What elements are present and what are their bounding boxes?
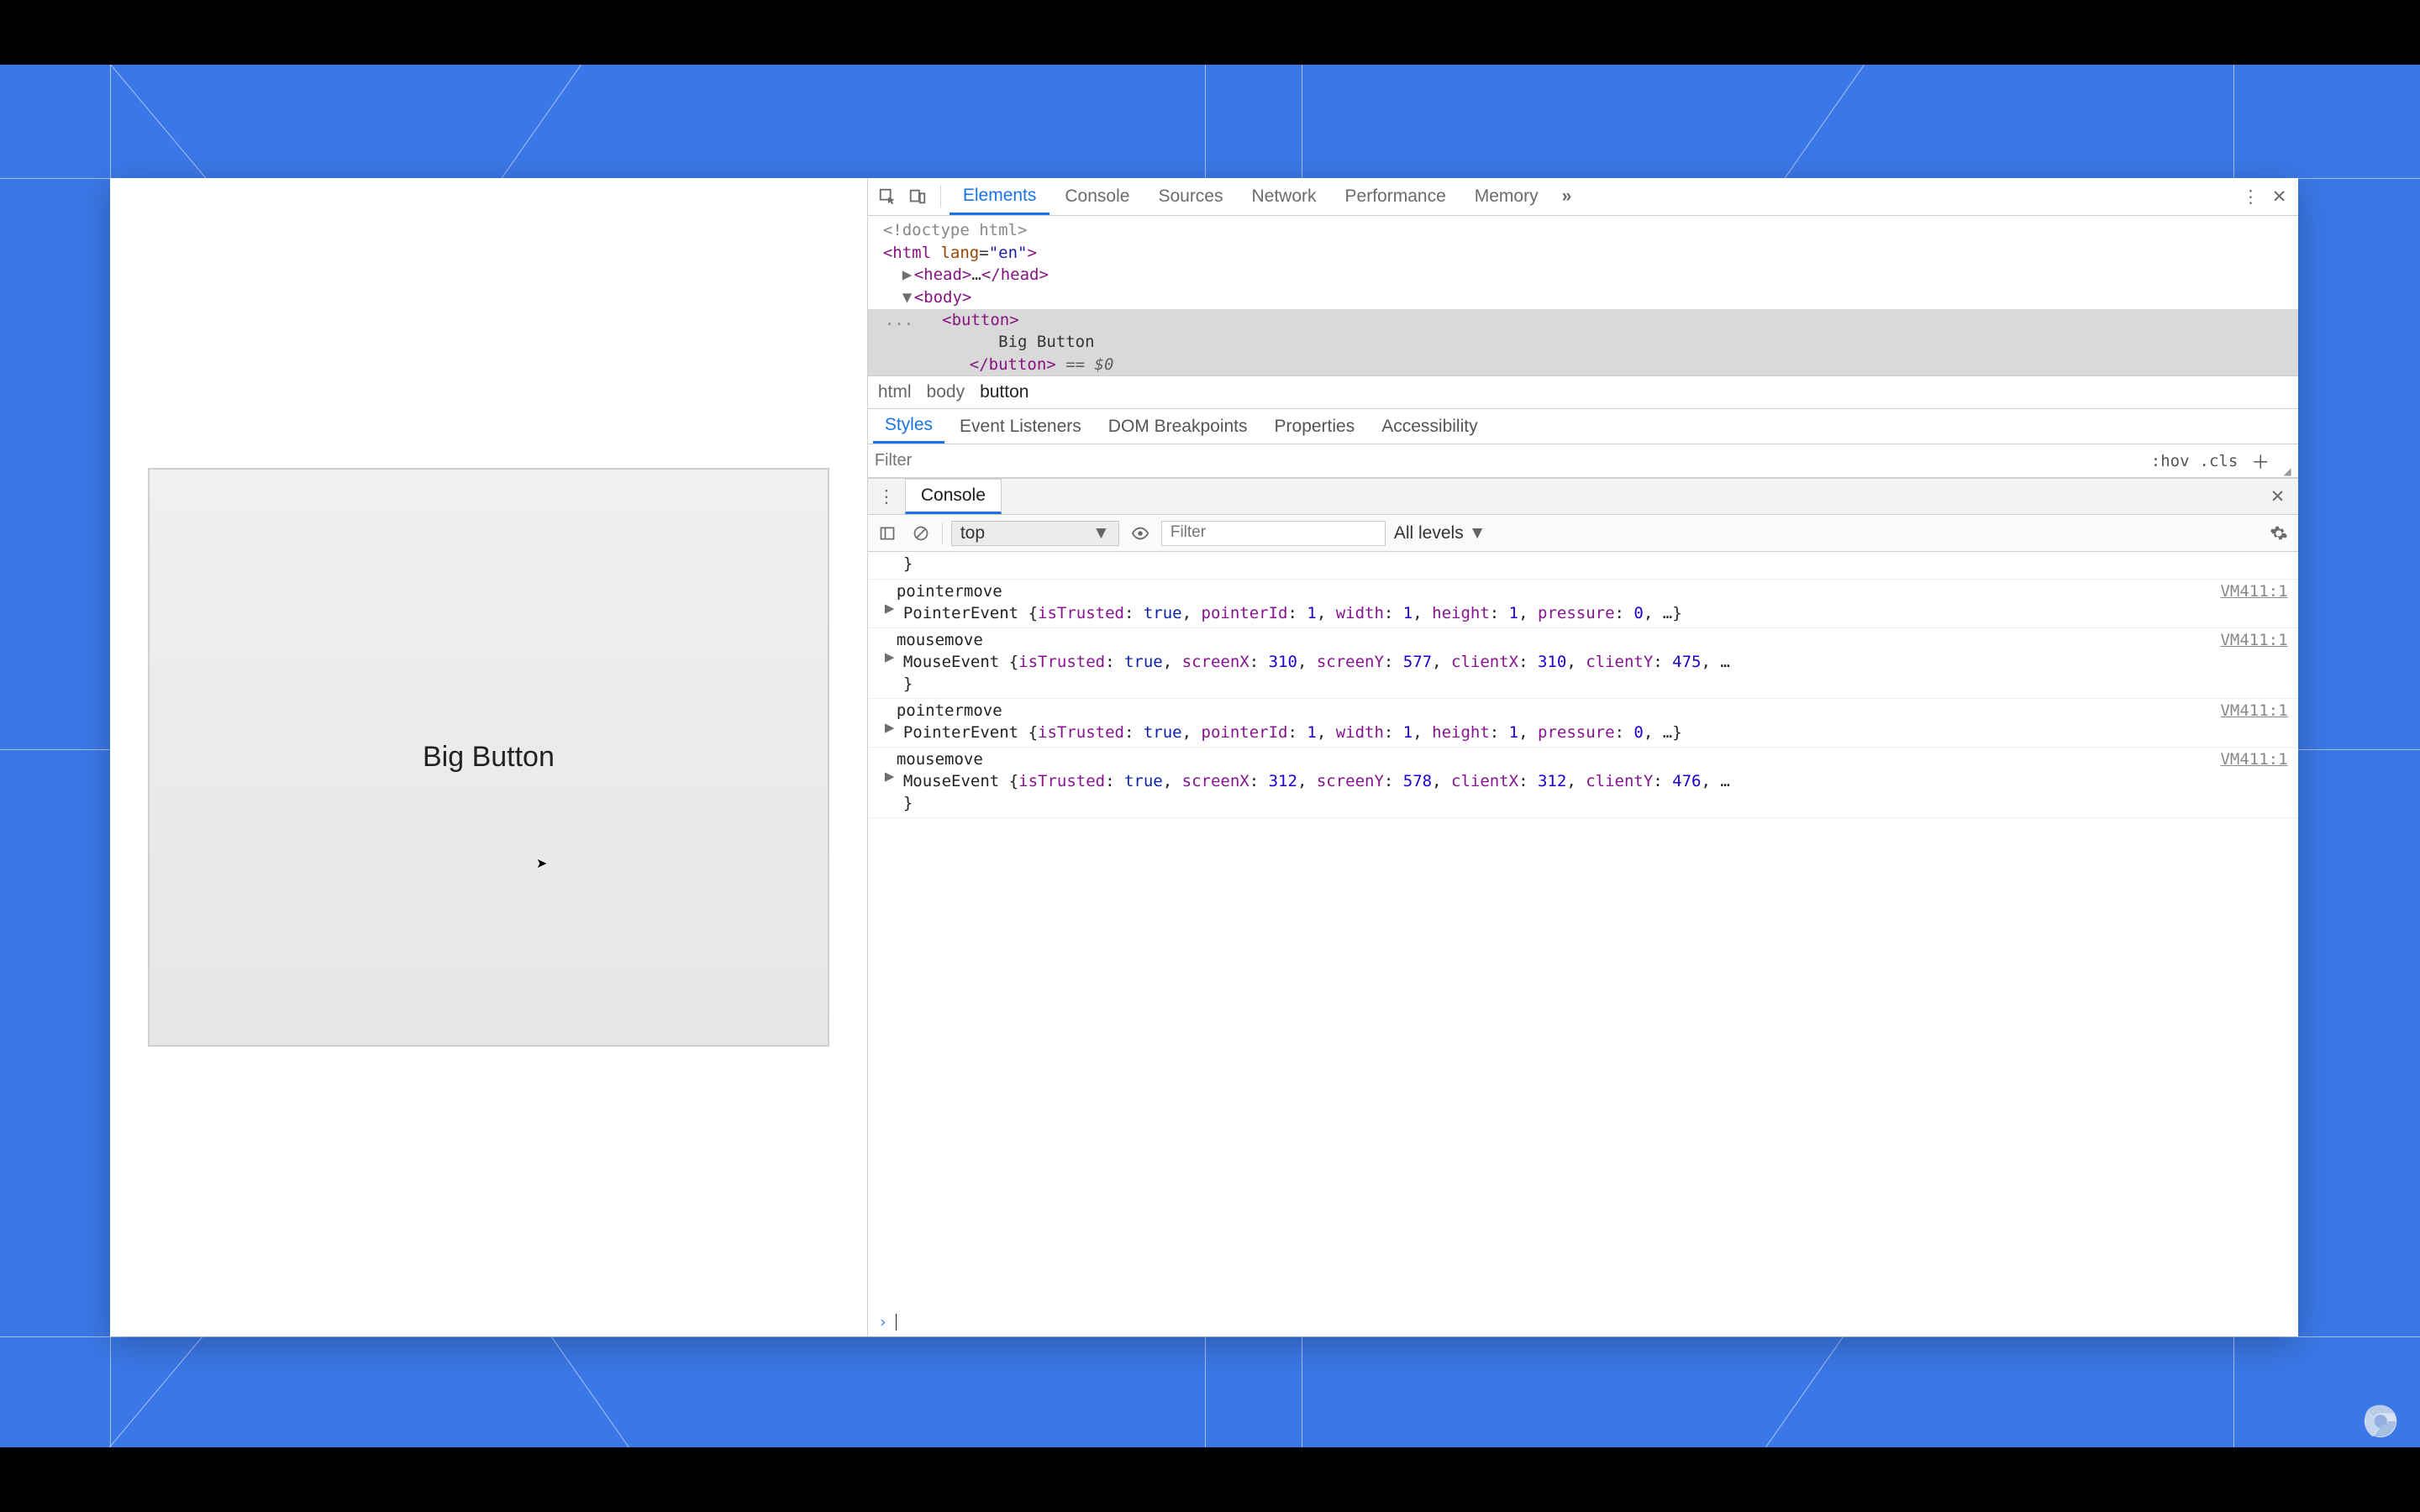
clear-console-icon[interactable] xyxy=(908,521,934,546)
crumb-body[interactable]: body xyxy=(927,382,965,402)
console-filter-wrap xyxy=(1161,521,1386,546)
tab-sources[interactable]: Sources xyxy=(1144,178,1236,215)
hov-toggle[interactable]: :hov xyxy=(2151,452,2190,470)
crumb-button[interactable]: button xyxy=(980,382,1028,402)
log-object: PointerEvent {isTrusted: true, pointerId… xyxy=(897,722,2290,744)
log-entry[interactable]: VM411:1mousemove▶MouseEvent {isTrusted: … xyxy=(868,748,2298,818)
devtools-panel: Elements Console Sources Network Perform… xyxy=(867,178,2298,1336)
prompt-chevron-icon: › xyxy=(878,1313,887,1331)
log-object: MouseEvent {isTrusted: true, screenX: 31… xyxy=(897,771,2290,793)
separator xyxy=(940,186,941,207)
tab-overflow[interactable]: » xyxy=(1554,178,1581,215)
resize-corner-icon[interactable]: ◢ xyxy=(2283,465,2291,477)
elements-subtabs: Styles Event Listeners DOM Breakpoints P… xyxy=(868,409,2298,444)
tab-memory[interactable]: Memory xyxy=(1461,178,1552,215)
log-source-link[interactable]: VM411:1 xyxy=(2220,581,2287,603)
page-preview: Big Button ➤ xyxy=(110,178,867,1336)
caret-down-icon: ▼ xyxy=(1469,523,1486,543)
cls-toggle[interactable]: .cls xyxy=(2200,452,2238,470)
app-window: Big Button ➤ Elements Console Sources Ne… xyxy=(110,178,2298,1336)
live-expression-icon[interactable] xyxy=(1128,521,1153,546)
log-entry[interactable]: VM411:1mousemove▶MouseEvent {isTrusted: … xyxy=(868,628,2298,699)
console-filter-input[interactable] xyxy=(1171,523,1376,542)
console-prompt[interactable]: › xyxy=(868,1308,2298,1336)
subtab-accessibility[interactable]: Accessibility xyxy=(1370,409,1489,444)
big-button[interactable]: Big Button ➤ xyxy=(148,468,829,1047)
log-event-name: pointermove xyxy=(897,581,2290,603)
log-object-close: } xyxy=(897,793,2290,815)
devtools-close-icon[interactable]: ✕ xyxy=(2266,183,2293,210)
log-object-close: } xyxy=(897,674,2290,696)
log-event-name: mousemove xyxy=(897,749,2290,771)
devtools-tabbar: Elements Console Sources Network Perform… xyxy=(868,178,2298,216)
disclosure-triangle-icon[interactable]: ▶ xyxy=(902,264,914,286)
disclosure-triangle-icon[interactable]: ▼ xyxy=(902,286,914,309)
execution-context-value: top xyxy=(960,523,985,543)
dom-tree[interactable]: <!doctype html> <html lang="en"> ▶<head>… xyxy=(868,216,2298,375)
console-log[interactable]: }VM411:1pointermove▶PointerEvent {isTrus… xyxy=(868,552,2298,1308)
console-drawer-menu-icon[interactable]: ⋮ xyxy=(875,486,898,507)
disclosure-triangle-icon[interactable]: ▶ xyxy=(885,598,894,620)
tab-performance[interactable]: Performance xyxy=(1332,178,1460,215)
caret-down-icon: ▼ xyxy=(1092,523,1110,543)
execution-context-select[interactable]: top ▼ xyxy=(951,521,1119,546)
disclosure-triangle-icon[interactable]: ▶ xyxy=(885,647,894,669)
dom-doctype: <!doctype html> xyxy=(883,221,1028,239)
tab-network[interactable]: Network xyxy=(1239,178,1330,215)
styles-filter-row: :hov .cls ＋ ◢ xyxy=(868,444,2298,478)
styles-filter-input[interactable] xyxy=(875,451,2141,470)
disclosure-triangle-icon[interactable]: ▶ xyxy=(885,717,894,739)
mouse-cursor-icon: ➤ xyxy=(536,855,547,872)
console-settings-icon[interactable] xyxy=(2266,521,2291,546)
tab-console[interactable]: Console xyxy=(1051,178,1143,215)
dom-selected-node[interactable]: ... <button> Big Button </button> == $0 xyxy=(868,309,2298,376)
console-toolbar: top ▼ All levels ▼ xyxy=(868,515,2298,552)
log-event-name: mousemove xyxy=(897,630,2290,652)
log-event-name: pointermove xyxy=(897,701,2290,722)
log-source-link[interactable]: VM411:1 xyxy=(2220,630,2287,652)
subtab-event-listeners[interactable]: Event Listeners xyxy=(948,409,1093,444)
console-sidebar-toggle-icon[interactable] xyxy=(875,521,900,546)
big-button-label: Big Button xyxy=(423,741,555,774)
console-drawer-tab[interactable]: Console xyxy=(905,479,1002,514)
text-caret xyxy=(896,1314,897,1331)
log-object: PointerEvent {isTrusted: true, pointerId… xyxy=(897,603,2290,625)
log-source-link[interactable]: VM411:1 xyxy=(2220,749,2287,771)
disclosure-triangle-icon[interactable]: ▶ xyxy=(885,766,894,788)
log-levels-label: All levels xyxy=(1394,523,1464,543)
console-drawer-header: ⋮ Console ✕ xyxy=(868,478,2298,515)
log-levels-select[interactable]: All levels ▼ xyxy=(1394,523,1486,543)
log-object: MouseEvent {isTrusted: true, screenX: 31… xyxy=(897,652,2290,674)
log-entry[interactable]: } xyxy=(868,552,2298,580)
log-source-link[interactable]: VM411:1 xyxy=(2220,701,2287,722)
presentation-stage: Big Button ➤ Elements Console Sources Ne… xyxy=(0,65,2420,1446)
log-object-close: } xyxy=(897,554,2290,575)
inspect-element-icon[interactable] xyxy=(873,182,902,211)
subtab-styles[interactable]: Styles xyxy=(873,409,944,444)
log-entry[interactable]: VM411:1pointermove▶PointerEvent {isTrust… xyxy=(868,699,2298,748)
new-style-rule-icon[interactable]: ＋ xyxy=(2248,448,2273,475)
tab-elements[interactable]: Elements xyxy=(950,178,1050,215)
subtab-properties[interactable]: Properties xyxy=(1263,409,1367,444)
console-drawer-close-icon[interactable]: ✕ xyxy=(2265,483,2291,510)
chrome-logo-icon xyxy=(2363,1404,2398,1439)
subtab-dom-breakpoints[interactable]: DOM Breakpoints xyxy=(1097,409,1260,444)
devtools-menu-icon[interactable]: ⋮ xyxy=(2238,183,2265,210)
dom-html-open: <html xyxy=(883,244,941,262)
device-toolbar-icon[interactable] xyxy=(903,182,932,211)
log-entry[interactable]: VM411:1pointermove▶PointerEvent {isTrust… xyxy=(868,580,2298,628)
crumb-html[interactable]: html xyxy=(878,382,912,402)
dom-breadcrumb: html body button xyxy=(868,375,2298,409)
